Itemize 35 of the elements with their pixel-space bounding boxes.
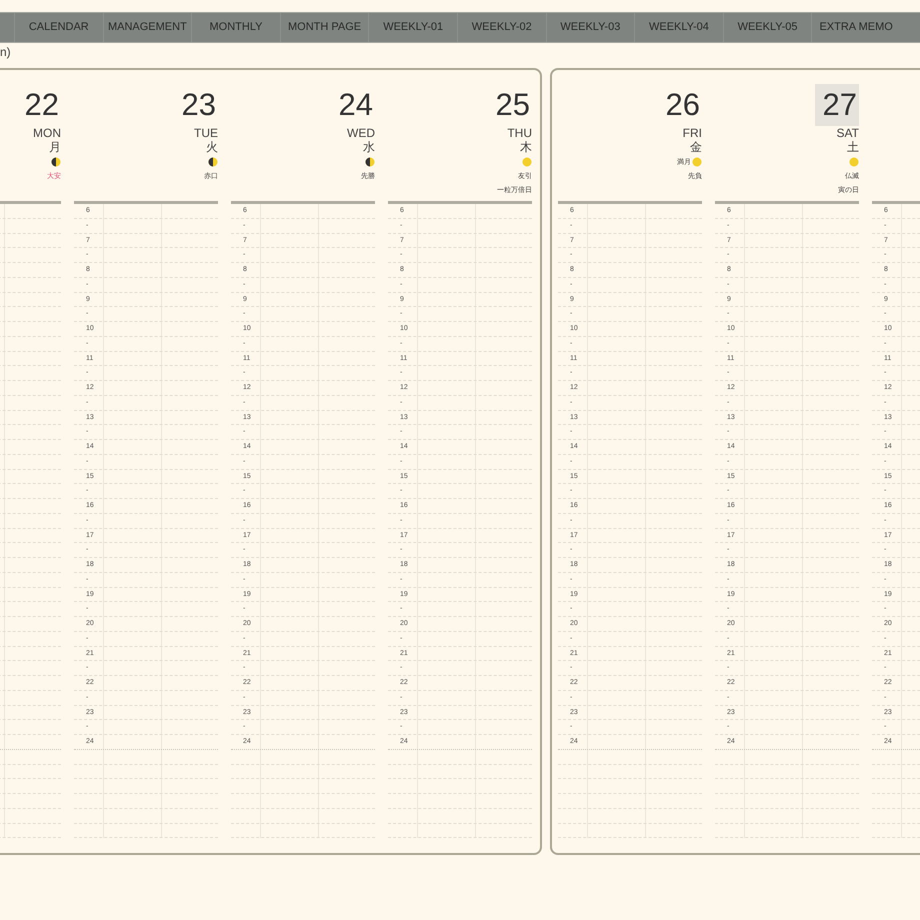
weekday-label: MON — [33, 126, 61, 140]
weekday-label: FRI — [682, 126, 702, 140]
tab[interactable]: WEEKLY-02 — [456, 13, 546, 42]
weekday-label: TUE — [194, 126, 218, 140]
tab[interactable]: MONTHLY — [191, 13, 280, 42]
date-number: 27 — [814, 84, 859, 126]
weekday-label: WED — [347, 126, 375, 140]
weekday-kanji: 木 — [520, 140, 532, 154]
full-moon-icon — [849, 156, 859, 166]
tab[interactable]: MANAGEMENT — [102, 13, 192, 42]
full-moon-icon — [692, 156, 702, 166]
weekday-kanji: 金 — [690, 140, 702, 154]
half-moon-icon — [51, 156, 61, 166]
date-number: 22 — [24, 86, 60, 124]
tab[interactable]: WEEKLY-04 — [634, 13, 723, 42]
weekday-label: SAT — [836, 126, 859, 140]
tab[interactable]: CALENDAR — [14, 13, 103, 42]
date-number: 24 — [338, 86, 374, 124]
tab[interactable]: EXTRA MEMO — [811, 13, 900, 42]
half-moon-icon — [208, 156, 218, 166]
weekday-kanji: 水 — [363, 140, 375, 154]
tab[interactable]: WEEKLY-03 — [546, 13, 634, 42]
weekday-label: THU — [507, 126, 532, 140]
date-number: 26 — [664, 86, 701, 124]
tab[interactable]: WEEKLY-05 — [722, 13, 812, 42]
weekday-kanji: 月 — [49, 140, 61, 154]
tab[interactable]: MONTH PAGE — [280, 13, 368, 42]
weekday-kanji: 火 — [206, 140, 218, 154]
heading-text: n) — [0, 45, 11, 59]
tab[interactable]: WEEKLY-01 — [368, 13, 457, 42]
date-number: 23 — [180, 86, 217, 124]
date-number: 25 — [494, 86, 531, 124]
half-moon-icon — [365, 156, 375, 166]
weekday-kanji: 土 — [847, 140, 859, 154]
full-moon-icon — [522, 156, 532, 166]
